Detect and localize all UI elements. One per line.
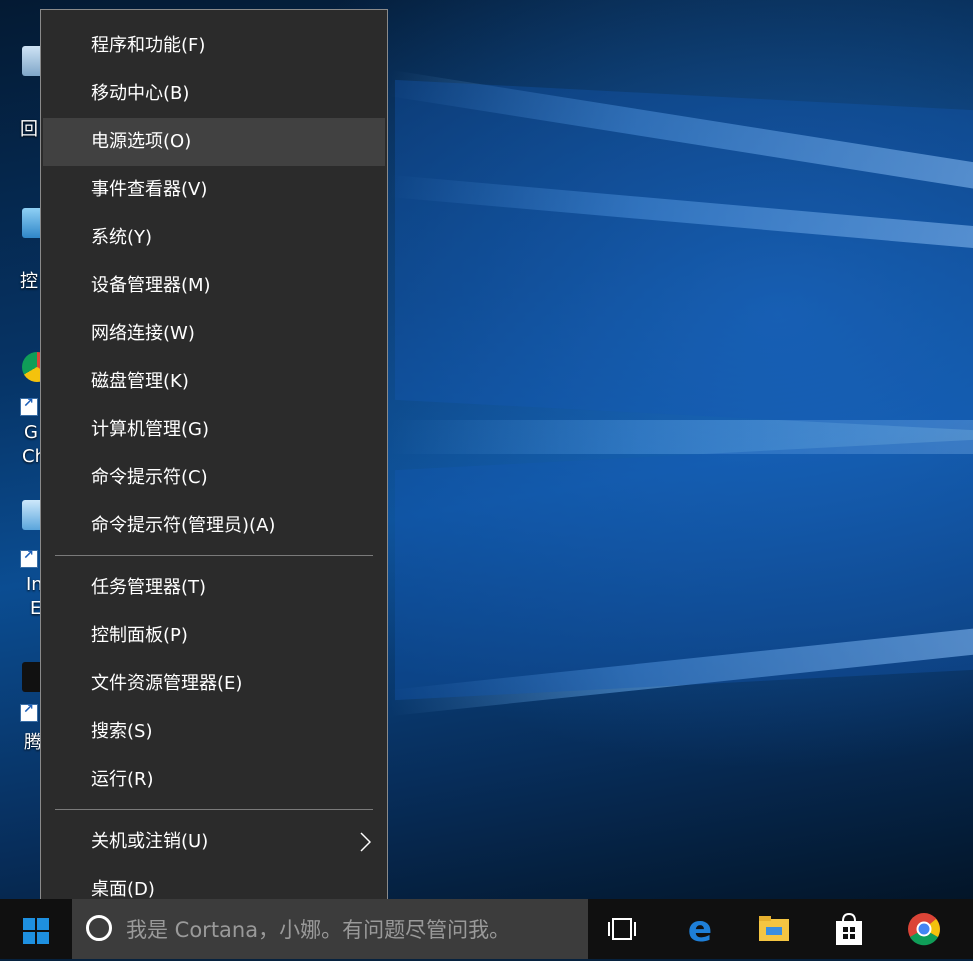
- taskbar: 我是 Cortana，小娜。有问题尽管问我。 e: [0, 899, 973, 959]
- menu-item-network-connections[interactable]: 网络连接(W): [43, 310, 385, 358]
- menu-item-system[interactable]: 系统(Y): [43, 214, 385, 262]
- search-placeholder: 我是 Cortana，小娜。有问题尽管问我。: [126, 918, 511, 942]
- chrome-icon[interactable]: [906, 911, 942, 947]
- menu-item-programs-and-features[interactable]: 程序和功能(F): [43, 22, 385, 70]
- cortana-search-box[interactable]: 我是 Cortana，小娜。有问题尽管问我。: [72, 899, 588, 959]
- desktop-icon-control-panel[interactable]: 控: [0, 200, 52, 300]
- shortcut-arrow-icon: [20, 396, 38, 416]
- start-button[interactable]: [0, 899, 72, 959]
- menu-item-shutdown-signout[interactable]: 关机或注销(U): [43, 818, 385, 866]
- menu-item-run[interactable]: 运行(R): [43, 756, 385, 804]
- desktop-icon-internet-explorer[interactable]: In E: [0, 498, 52, 619]
- desktop-icon-label: G: [24, 422, 38, 443]
- shortcut-arrow-icon: [20, 548, 38, 568]
- menu-separator: [55, 555, 373, 556]
- menu-separator: [55, 809, 373, 810]
- menu-item-computer-management[interactable]: 计算机管理(G): [43, 406, 385, 454]
- menu-item-file-explorer[interactable]: 文件资源管理器(E): [43, 660, 385, 708]
- menu-item-label: 关机或注销(U): [91, 831, 209, 852]
- desktop-icon-label: 回: [20, 119, 38, 140]
- desktop-icon-tencent[interactable]: 腾: [0, 660, 52, 760]
- cortana-icon: [86, 915, 112, 941]
- menu-item-device-manager[interactable]: 设备管理器(M): [43, 262, 385, 310]
- menu-item-control-panel[interactable]: 控制面板(P): [43, 612, 385, 660]
- edge-icon[interactable]: e: [682, 911, 718, 947]
- desktop-icon-label: 控: [20, 271, 38, 292]
- menu-item-event-viewer[interactable]: 事件查看器(V): [43, 166, 385, 214]
- menu-item-command-prompt-admin[interactable]: 命令提示符(管理员)(A): [43, 502, 385, 550]
- menu-item-search[interactable]: 搜索(S): [43, 708, 385, 756]
- menu-item-command-prompt[interactable]: 命令提示符(C): [43, 454, 385, 502]
- file-explorer-icon[interactable]: [756, 911, 792, 947]
- menu-item-task-manager[interactable]: 任务管理器(T): [43, 564, 385, 612]
- menu-item-disk-management[interactable]: 磁盘管理(K): [43, 358, 385, 406]
- winx-context-menu: 程序和功能(F) 移动中心(B) 电源选项(O) 事件查看器(V) 系统(Y) …: [40, 9, 388, 923]
- store-icon[interactable]: [831, 911, 867, 947]
- menu-item-power-options[interactable]: 电源选项(O): [43, 118, 385, 166]
- windows-logo-icon: [23, 918, 49, 944]
- menu-item-mobility-center[interactable]: 移动中心(B): [43, 70, 385, 118]
- chevron-right-icon: [360, 832, 371, 852]
- task-view-icon[interactable]: [604, 911, 640, 947]
- shortcut-arrow-icon: [20, 702, 38, 722]
- svg-text:e: e: [688, 911, 712, 947]
- desktop-icon-recycle-bin[interactable]: 回: [0, 40, 52, 140]
- desktop-icon-google-chrome[interactable]: G Ch: [0, 350, 52, 470]
